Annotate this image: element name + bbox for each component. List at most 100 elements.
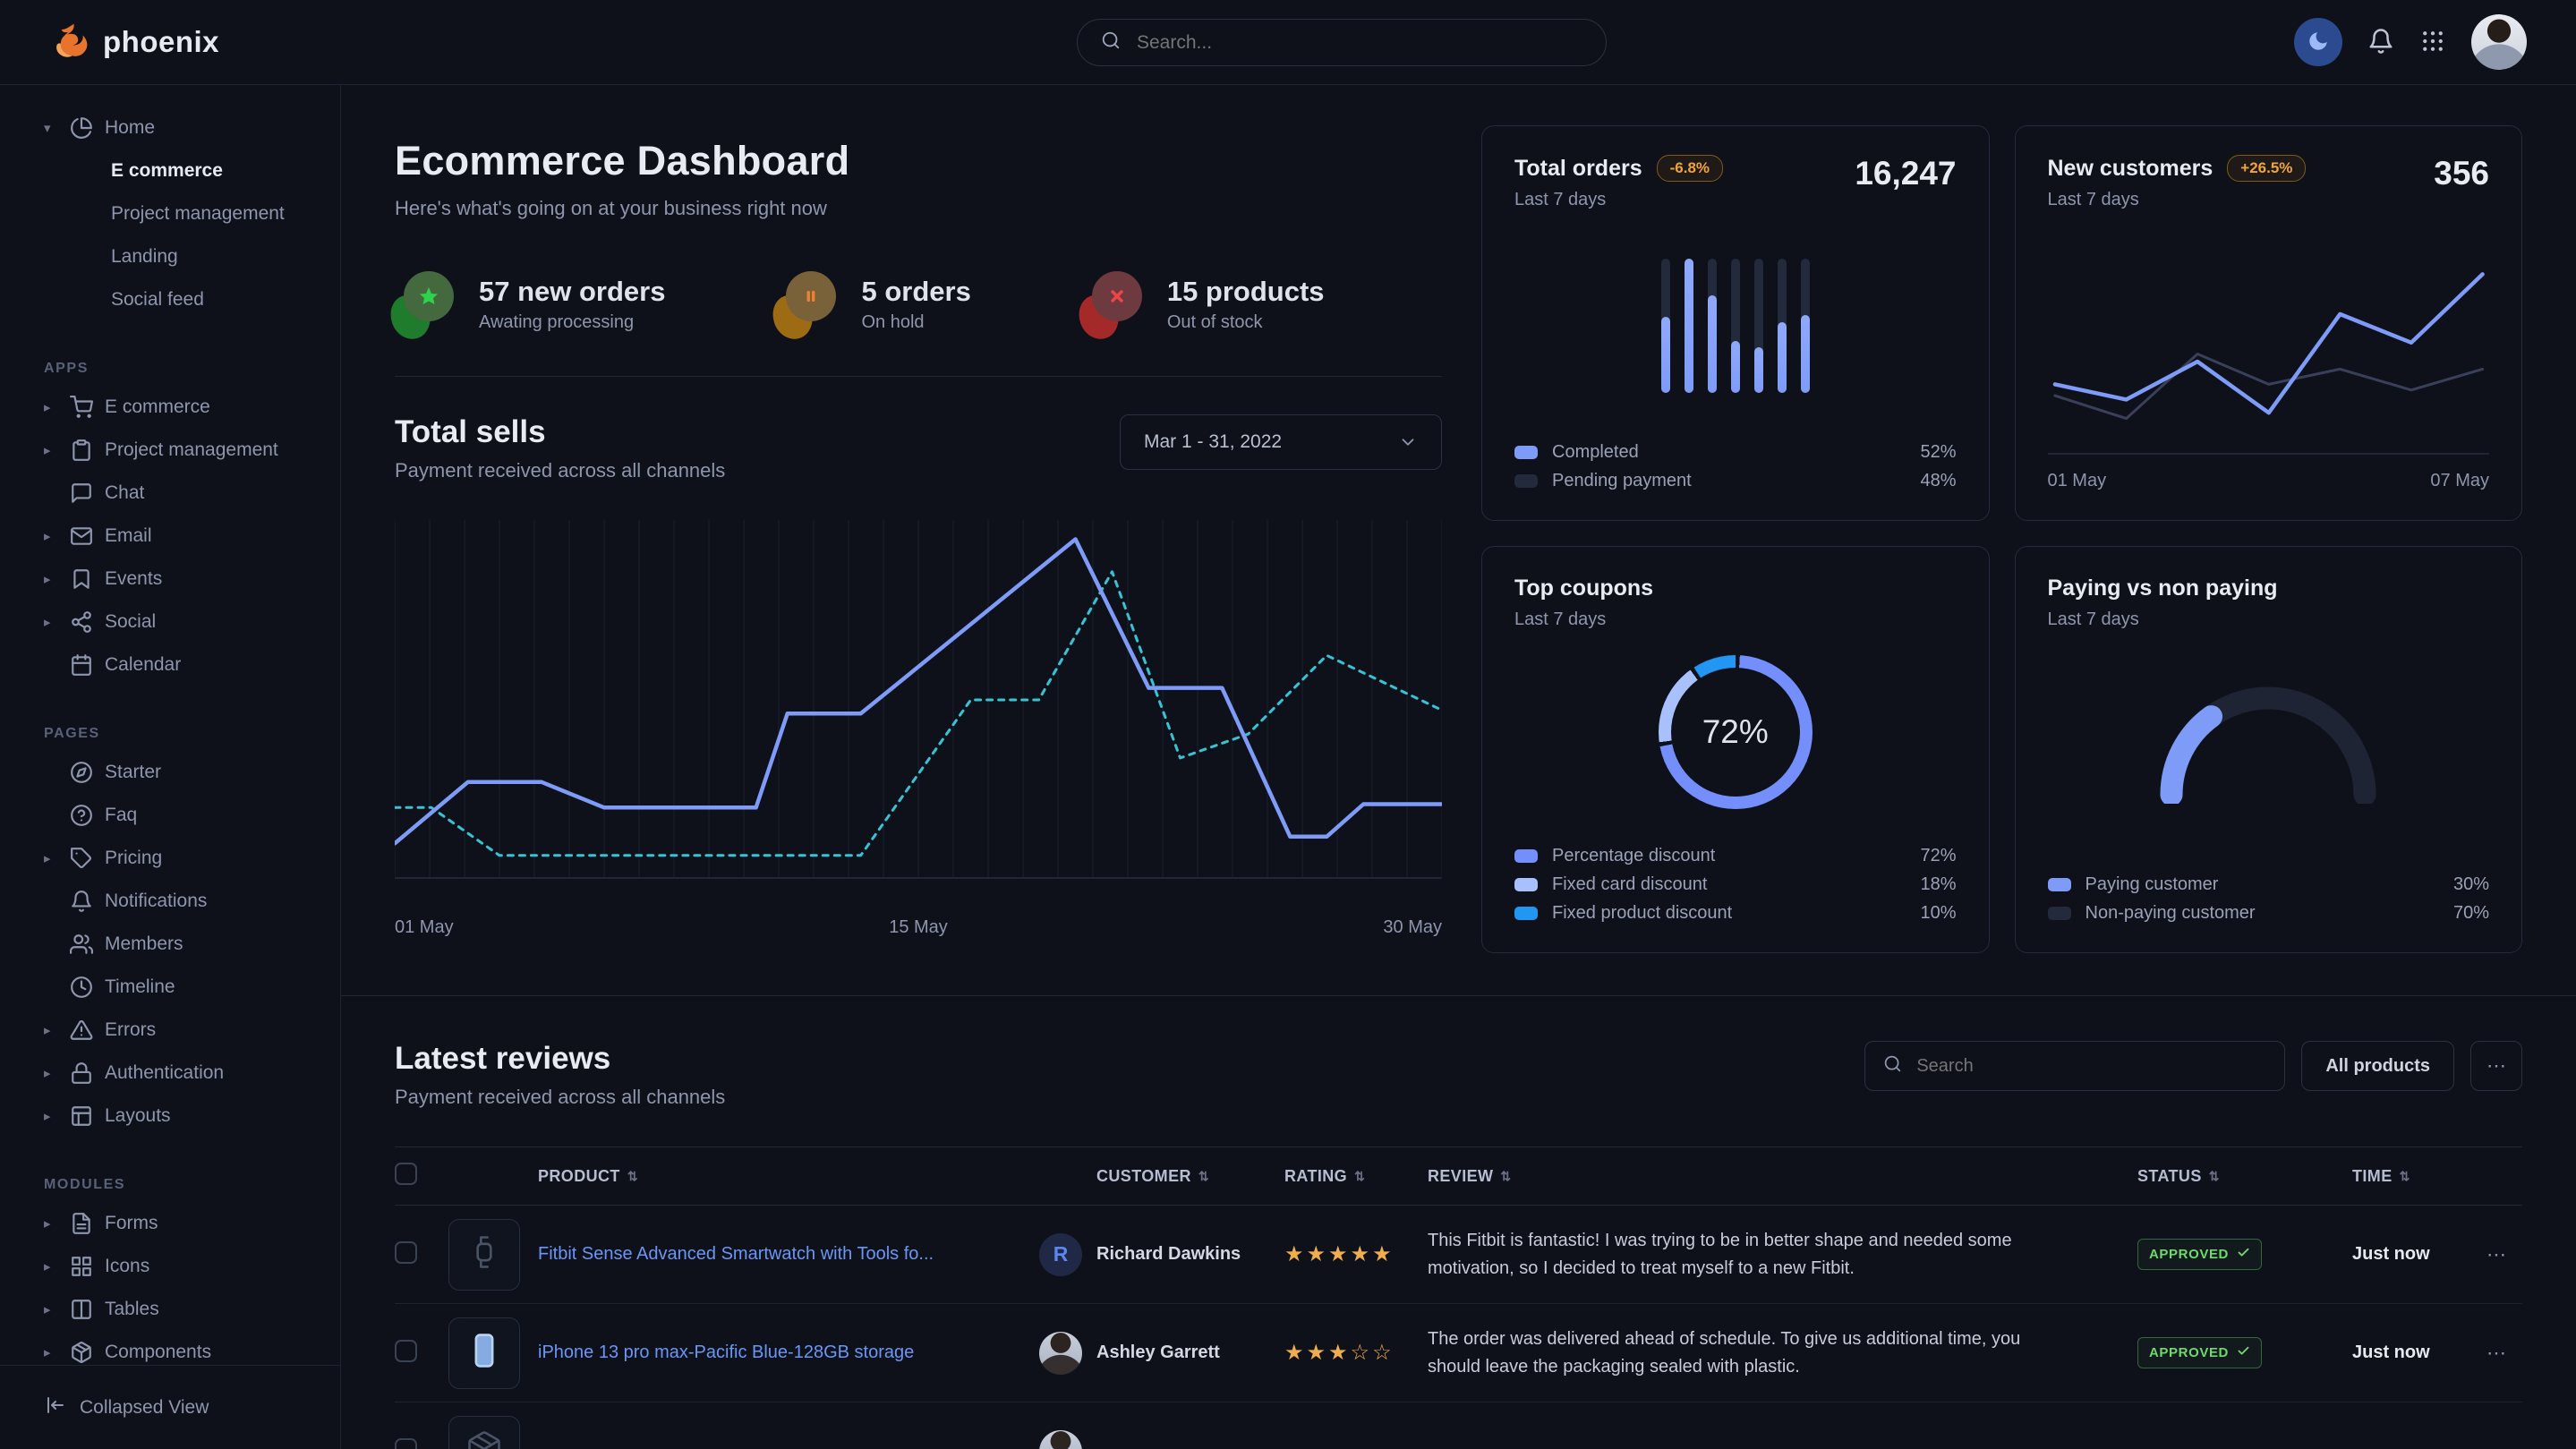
order-bar-track bbox=[1661, 259, 1670, 393]
product-link[interactable]: Fitbit Sense Advanced Smartwatch with To… bbox=[538, 1244, 960, 1264]
reviews-table: PRODUCT⇅ CUSTOMER⇅RATING⇅REVIEW⇅STATUS⇅TI… bbox=[395, 1146, 2522, 1449]
layout-icon bbox=[70, 1104, 93, 1128]
sidebar-item-members[interactable]: Members bbox=[44, 923, 322, 966]
row-checkbox[interactable] bbox=[395, 1241, 417, 1264]
product-thumbnail-box[interactable] bbox=[448, 1416, 520, 1449]
clipboard-icon bbox=[70, 439, 93, 462]
row-checkbox[interactable] bbox=[395, 1438, 417, 1449]
alert-triangle-icon bbox=[70, 1019, 93, 1042]
sidebar-item-timeline[interactable]: Timeline bbox=[44, 966, 322, 1009]
collapsed-view-toggle[interactable]: Collapsed View bbox=[0, 1365, 340, 1449]
reviews-search-input[interactable] bbox=[1915, 1055, 2266, 1078]
sidebar-item-faq[interactable]: Faq bbox=[44, 794, 322, 837]
order-bar-track bbox=[1778, 259, 1787, 393]
check-icon bbox=[2237, 1246, 2250, 1263]
column-header-rating[interactable]: RATING⇅ bbox=[1284, 1167, 1428, 1186]
product-thumbnail-watch[interactable] bbox=[448, 1219, 520, 1291]
sidebar-item-e-commerce[interactable]: ▸E commerce bbox=[44, 386, 322, 429]
column-header-customer[interactable]: CUSTOMER⇅ bbox=[1096, 1167, 1284, 1186]
sidebar-item-errors[interactable]: ▸Errors bbox=[44, 1009, 322, 1052]
customer-avatar[interactable] bbox=[1039, 1430, 1082, 1449]
column-header-time[interactable]: TIME⇅ bbox=[2352, 1167, 2486, 1186]
sidebar-item-label: Chat bbox=[105, 482, 144, 504]
sidebar-item-calendar[interactable]: Calendar bbox=[44, 644, 322, 686]
phone-icon bbox=[465, 1331, 504, 1375]
user-avatar[interactable] bbox=[2471, 14, 2527, 70]
sidebar-item-pricing[interactable]: ▸Pricing bbox=[44, 837, 322, 880]
navbar-search bbox=[1077, 19, 1607, 66]
top-coupons-card: Top coupons Last 7 days 72% Percentage d… bbox=[1481, 546, 1990, 953]
sidebar-item-icons[interactable]: ▸Icons bbox=[44, 1245, 322, 1288]
sidebar-section-label: PAGES bbox=[44, 726, 322, 742]
product-link[interactable]: iPhone 13 pro max-Pacific Blue-128GB sto… bbox=[538, 1342, 941, 1362]
all-products-button[interactable]: All products bbox=[2301, 1041, 2454, 1091]
product-link[interactable] bbox=[538, 1441, 565, 1449]
x-mark-stat-icon bbox=[1083, 277, 1142, 332]
column-header-label: REVIEW bbox=[1428, 1167, 1493, 1186]
sidebar-item-email[interactable]: ▸Email bbox=[44, 515, 322, 558]
stat-label: Out of stock bbox=[1167, 312, 1325, 333]
mail-icon bbox=[70, 524, 93, 548]
moon-icon bbox=[2307, 30, 2330, 55]
navbar-search-input[interactable] bbox=[1135, 31, 1582, 55]
sidebar-item-home[interactable]: ▾Home bbox=[44, 107, 322, 149]
legend-item: Completed52% bbox=[1514, 442, 1957, 463]
notifications-button[interactable] bbox=[2367, 28, 2394, 57]
sidebar-subitem-social-feed[interactable]: Social feed bbox=[44, 278, 322, 321]
legend-item: Pending payment48% bbox=[1514, 471, 1957, 491]
sidebar-item-forms[interactable]: ▸Forms bbox=[44, 1202, 322, 1245]
select-all-checkbox[interactable] bbox=[395, 1163, 417, 1185]
apps-grid-button[interactable] bbox=[2419, 28, 2446, 57]
grid-icon bbox=[2419, 28, 2446, 57]
sidebar-item-social[interactable]: ▸Social bbox=[44, 601, 322, 644]
sidebar-item-events[interactable]: ▸Events bbox=[44, 558, 322, 601]
legend-swatch bbox=[1514, 446, 1538, 459]
status-badge: APPROVED bbox=[2137, 1239, 2262, 1270]
caret-right-icon: ▸ bbox=[44, 1108, 58, 1124]
legend-item: Fixed card discount18% bbox=[1514, 874, 1957, 895]
column-header-status[interactable]: STATUS⇅ bbox=[2137, 1167, 2352, 1186]
new-customers-period: Last 7 days bbox=[2048, 190, 2307, 210]
total-sells-subtitle: Payment received across all channels bbox=[395, 459, 725, 482]
paying-gauge-chart bbox=[2143, 668, 2393, 808]
lock-icon bbox=[70, 1061, 93, 1085]
dashboard-cards: Total orders -6.8% Last 7 days 16,247 Co… bbox=[1481, 125, 2522, 953]
sidebar-subitem-landing[interactable]: Landing bbox=[44, 235, 322, 278]
dark-mode-toggle-button[interactable] bbox=[2294, 18, 2342, 66]
row-actions-button[interactable]: ⋯ bbox=[2486, 1342, 2522, 1365]
legend-label: Paying customer bbox=[2086, 874, 2219, 895]
divider bbox=[395, 376, 1442, 377]
sidebar-item-layouts[interactable]: ▸Layouts bbox=[44, 1095, 322, 1138]
top-coupons-legend: Percentage discount72%Fixed card discoun… bbox=[1514, 846, 1957, 924]
order-bar-fill bbox=[1754, 347, 1763, 393]
column-header-label: STATUS bbox=[2137, 1167, 2202, 1186]
sidebar-item-label: Social bbox=[105, 611, 156, 633]
new-customers-value: 356 bbox=[2434, 155, 2489, 192]
sidebar-item-project-management[interactable]: ▸Project management bbox=[44, 429, 322, 472]
sidebar-item-starter[interactable]: Starter bbox=[44, 751, 322, 794]
stat-on-hold: 5 ordersOn hold bbox=[777, 276, 970, 333]
sidebar-item-authentication[interactable]: ▸Authentication bbox=[44, 1052, 322, 1095]
legend-label: Pending payment bbox=[1552, 471, 1692, 491]
sidebar-subitem-e-commerce[interactable]: E commerce bbox=[44, 149, 322, 192]
row-actions-button[interactable]: ⋯ bbox=[2486, 1243, 2522, 1266]
column-header-review[interactable]: REVIEW⇅ bbox=[1428, 1167, 2137, 1186]
column-header-product[interactable]: PRODUCT⇅ bbox=[538, 1167, 1039, 1186]
product-thumbnail-phone[interactable] bbox=[448, 1317, 520, 1389]
sidebar-item-notifications[interactable]: Notifications bbox=[44, 880, 322, 923]
status-label: APPROVED bbox=[2149, 1345, 2229, 1360]
reviews-more-button[interactable]: ⋯ bbox=[2470, 1041, 2522, 1091]
sidebar-item-tables[interactable]: ▸Tables bbox=[44, 1288, 322, 1331]
sidebar-item-components[interactable]: ▸Components bbox=[44, 1331, 322, 1365]
caret-right-icon: ▸ bbox=[44, 1301, 58, 1317]
review-row: Fitbit Sense Advanced Smartwatch with To… bbox=[395, 1206, 2522, 1304]
date-range-value: Mar 1 - 31, 2022 bbox=[1144, 431, 1282, 453]
sidebar-item-label: Notifications bbox=[105, 891, 207, 912]
customer-avatar[interactable]: R bbox=[1039, 1233, 1082, 1276]
date-range-select[interactable]: Mar 1 - 31, 2022 bbox=[1120, 414, 1442, 470]
row-checkbox[interactable] bbox=[395, 1340, 417, 1362]
sidebar-subitem-project-management[interactable]: Project management bbox=[44, 192, 322, 235]
brand[interactable]: phoenix bbox=[49, 21, 219, 64]
customer-avatar[interactable] bbox=[1039, 1332, 1082, 1375]
sidebar-item-chat[interactable]: Chat bbox=[44, 472, 322, 515]
